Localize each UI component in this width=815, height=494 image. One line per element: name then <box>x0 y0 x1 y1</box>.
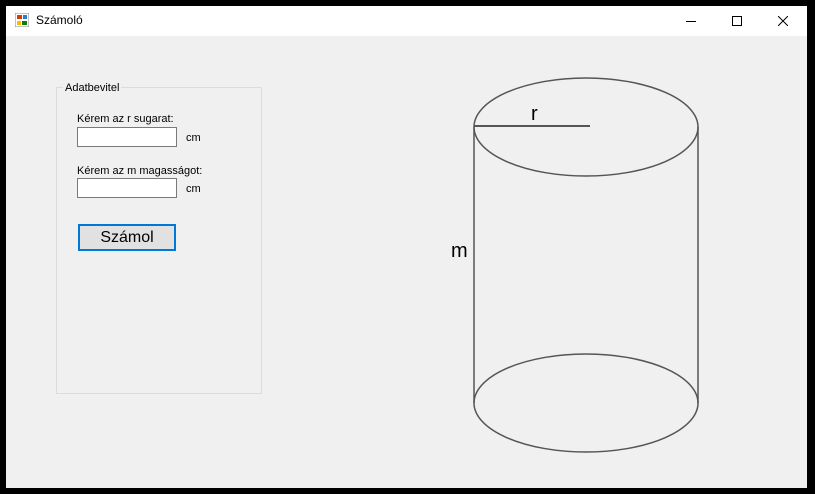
radius-symbol: r <box>531 103 538 125</box>
cylinder-bottom-ellipse <box>473 353 699 453</box>
height-symbol: m <box>451 240 468 262</box>
app-window: Számoló Adatbevitel Kérem az r sugarat: … <box>6 6 807 488</box>
cylinder-diagram <box>473 77 699 453</box>
